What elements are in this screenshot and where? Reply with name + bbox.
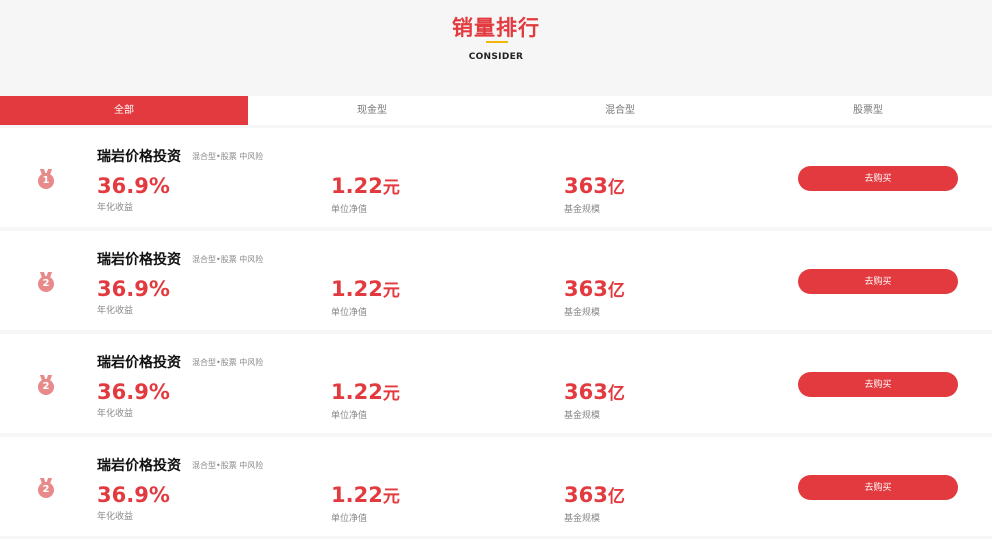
fund-size: 363亿 基金规模 [564, 380, 625, 421]
unit-nav: 1.22元 单位净值 [331, 380, 400, 421]
size-value: 363 [564, 174, 608, 198]
unit-nav: 1.22元 单位净值 [331, 174, 400, 215]
size-unit: 亿 [607, 487, 625, 507]
fund-size: 363亿 基金规模 [564, 174, 625, 215]
size-label: 基金规模 [564, 411, 601, 421]
nav-unit: 元 [382, 178, 400, 198]
annual-return-value: 36.9% [97, 380, 170, 404]
annual-return-label: 年化收益 [97, 203, 134, 213]
title-underline [486, 41, 508, 43]
fund-tags: 混合型•股票 中风险 [192, 461, 264, 470]
nav-unit: 元 [382, 281, 400, 301]
tab-hybrid[interactable]: 混合型 [496, 96, 744, 125]
size-unit: 亿 [607, 384, 625, 404]
fund-card: 1 瑞岩价格投资 混合型•股票 中风险 36.9% 年化收益 1.22元 单位净… [0, 128, 992, 227]
fund-tags: 混合型•股票 中风险 [192, 255, 264, 264]
annual-return-value: 36.9% [97, 277, 170, 301]
nav-value: 1.22 [331, 483, 383, 507]
category-tabs: 全部 现金型 混合型 股票型 [0, 96, 992, 125]
unit-nav: 1.22元 单位净值 [331, 277, 400, 318]
rank-number: 2 [38, 276, 54, 292]
annual-return-label: 年化收益 [97, 512, 134, 522]
medal-icon: 2 [37, 272, 55, 294]
annual-return-value: 36.9% [97, 483, 170, 507]
nav-value: 1.22 [331, 380, 383, 404]
annual-return: 36.9% 年化收益 [97, 380, 170, 419]
size-value: 363 [564, 483, 608, 507]
fund-size: 363亿 基金规模 [564, 277, 625, 318]
fund-name[interactable]: 瑞岩价格投资 [97, 455, 181, 475]
nav-value: 1.22 [331, 277, 383, 301]
fund-card: 2 瑞岩价格投资 混合型•股票 中风险 36.9% 年化收益 1.22元 单位净… [0, 437, 992, 536]
rank-number: 2 [38, 482, 54, 498]
annual-return-value: 36.9% [97, 174, 170, 198]
page-subtitle: CONSIDER [468, 52, 524, 62]
size-value: 363 [564, 380, 608, 404]
medal-icon: 2 [37, 478, 55, 500]
tab-all[interactable]: 全部 [0, 96, 248, 125]
nav-unit: 元 [382, 384, 400, 404]
buy-button[interactable]: 去购买 [798, 269, 958, 294]
rank-number: 2 [38, 379, 54, 395]
size-unit: 亿 [607, 281, 625, 301]
size-label: 基金规模 [564, 205, 601, 215]
annual-return: 36.9% 年化收益 [97, 277, 170, 316]
medal-icon: 2 [37, 375, 55, 397]
medal-icon: 1 [37, 169, 55, 191]
fund-size: 363亿 基金规模 [564, 483, 625, 524]
page-title: 销量排行 [452, 16, 540, 40]
fund-tags: 混合型•股票 中风险 [192, 152, 264, 161]
page-header: 销量排行 CONSIDER [0, 0, 992, 96]
fund-name[interactable]: 瑞岩价格投资 [97, 146, 181, 166]
annual-return: 36.9% 年化收益 [97, 174, 170, 213]
fund-card: 2 瑞岩价格投资 混合型•股票 中风险 36.9% 年化收益 1.22元 单位净… [0, 334, 992, 433]
fund-name[interactable]: 瑞岩价格投资 [97, 249, 181, 269]
buy-button[interactable]: 去购买 [798, 475, 958, 500]
size-label: 基金规模 [564, 308, 601, 318]
nav-unit: 元 [382, 487, 400, 507]
nav-label: 单位净值 [331, 205, 368, 215]
nav-label: 单位净值 [331, 514, 368, 524]
fund-name[interactable]: 瑞岩价格投资 [97, 352, 181, 372]
unit-nav: 1.22元 单位净值 [331, 483, 400, 524]
tab-stock[interactable]: 股票型 [744, 96, 992, 125]
rank-number: 1 [38, 173, 54, 189]
size-unit: 亿 [607, 178, 625, 198]
buy-button[interactable]: 去购买 [798, 372, 958, 397]
fund-card: 2 瑞岩价格投资 混合型•股票 中风险 36.9% 年化收益 1.22元 单位净… [0, 231, 992, 330]
annual-return-label: 年化收益 [97, 306, 134, 316]
nav-value: 1.22 [331, 174, 383, 198]
size-label: 基金规模 [564, 514, 601, 524]
nav-label: 单位净值 [331, 308, 368, 318]
tab-cash[interactable]: 现金型 [248, 96, 496, 125]
buy-button[interactable]: 去购买 [798, 166, 958, 191]
annual-return: 36.9% 年化收益 [97, 483, 170, 522]
size-value: 363 [564, 277, 608, 301]
annual-return-label: 年化收益 [97, 409, 134, 419]
fund-tags: 混合型•股票 中风险 [192, 358, 264, 367]
nav-label: 单位净值 [331, 411, 368, 421]
